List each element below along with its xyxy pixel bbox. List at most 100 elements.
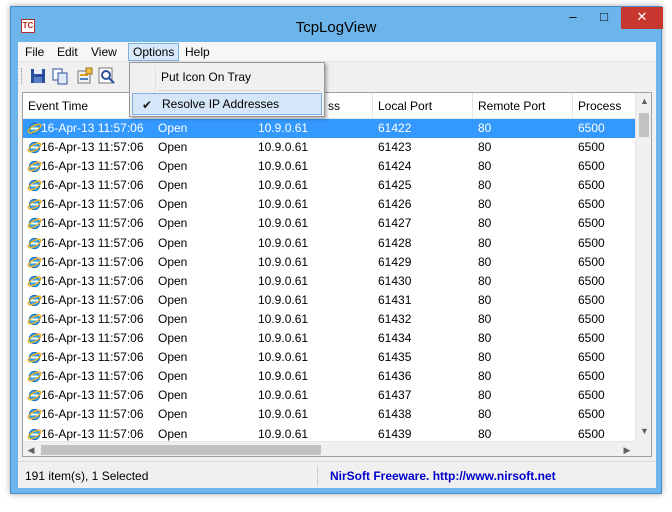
- table-cell: 6500: [578, 197, 605, 212]
- table-cell: 80: [478, 311, 492, 326]
- scroll-corner: [635, 441, 651, 456]
- table-row[interactable]: 16-Apr-13 11:57:06 Open 10.9.0.61 61431 80 65…: [23, 291, 635, 310]
- vertical-scrollbar[interactable]: ▲ ▼: [635, 93, 651, 441]
- table-row[interactable]: 16-Apr-13 11:57:06 Open 10.9.0.61 61425 80 65…: [23, 176, 635, 195]
- table-cell: 61437: [378, 388, 412, 403]
- table-cell: 16-Apr-13 11:57:06: [41, 350, 144, 365]
- table-cell: 6500: [578, 235, 605, 250]
- horizontal-scroll-thumb[interactable]: [41, 445, 321, 455]
- table-cell: 16-Apr-13 11:57:06: [41, 273, 144, 288]
- table-row[interactable]: 16-Apr-13 11:57:06 Open 10.9.0.61 61428 80 65…: [23, 234, 635, 253]
- table-cell: Open: [158, 369, 188, 384]
- table-cell: Open: [158, 331, 188, 346]
- options-dropdown-menu: Put Icon On Tray ✔ Resolve IP Addresses: [129, 62, 325, 117]
- status-credit-link[interactable]: NirSoft Freeware. http://www.nirsoft.net: [330, 466, 556, 486]
- table-cell: 80: [478, 140, 492, 155]
- table-cell: [323, 253, 373, 272]
- table-cell: 16-Apr-13 11:57:06: [41, 178, 144, 193]
- table-cell: 80: [478, 369, 492, 384]
- col-header-remote-port[interactable]: Remote Port: [473, 93, 573, 119]
- close-button[interactable]: ✕: [621, 7, 663, 29]
- table-cell: 16-Apr-13 11:57:06: [41, 254, 144, 269]
- table-row[interactable]: 16-Apr-13 11:57:06 Open 10.9.0.61 61427 80 65…: [23, 214, 635, 233]
- col-header-local-port[interactable]: Local Port: [373, 93, 473, 119]
- table-cell: 80: [478, 197, 492, 212]
- table-cell: 16-Apr-13 11:57:06: [41, 197, 144, 212]
- menu-options[interactable]: Options: [128, 43, 180, 61]
- properties-icon[interactable]: [76, 67, 94, 85]
- table-cell: 10.9.0.61: [258, 254, 309, 269]
- table-cell: 10.9.0.61: [258, 273, 309, 288]
- menu-item-put-icon-on-tray[interactable]: Put Icon On Tray: [132, 66, 322, 88]
- table-cell: [323, 138, 373, 157]
- table-cell: 10.9.0.61: [258, 235, 309, 250]
- connection-list[interactable]: Event Time ss Local Port Remote Port Pro…: [22, 92, 652, 457]
- table-cell: [323, 310, 373, 329]
- menu-help[interactable]: Help: [181, 43, 214, 61]
- table-cell: 80: [478, 292, 492, 307]
- maximize-button[interactable]: □: [589, 7, 619, 29]
- list-rows: 16-Apr-13 11:57:06 Open 10.9.0.61 61422 80 65…: [23, 119, 635, 444]
- scroll-down-icon[interactable]: ▼: [636, 423, 651, 439]
- status-item-count: 191 item(s), 1 Selected: [22, 466, 318, 486]
- table-cell: Open: [158, 216, 188, 231]
- table-row[interactable]: 16-Apr-13 11:57:06 Open 10.9.0.61 61437 80 65…: [23, 386, 635, 405]
- table-row[interactable]: 16-Apr-13 11:57:06 Open 10.9.0.61 61436 80 65…: [23, 367, 635, 386]
- menu-view[interactable]: View: [87, 43, 121, 61]
- table-row[interactable]: 16-Apr-13 11:57:06 Open 10.9.0.61 61434 80 65…: [23, 329, 635, 348]
- table-cell: 16-Apr-13 11:57:06: [41, 159, 144, 174]
- table-cell: 6500: [578, 331, 605, 346]
- table-row[interactable]: 16-Apr-13 11:57:06 Open 10.9.0.61 61429 80 65…: [23, 253, 635, 272]
- table-row[interactable]: 16-Apr-13 11:57:06 Open 10.9.0.61 61424 80 65…: [23, 157, 635, 176]
- toolbar-grip[interactable]: [21, 68, 24, 84]
- table-cell: 80: [478, 178, 492, 193]
- table-cell: 6500: [578, 350, 605, 365]
- col-header-remote-address[interactable]: ss: [323, 93, 373, 119]
- table-row[interactable]: 16-Apr-13 11:57:06 Open 10.9.0.61 61423 80 65…: [23, 138, 635, 157]
- menu-item-resolve-ip-addresses[interactable]: ✔ Resolve IP Addresses: [132, 93, 322, 115]
- table-cell: 16-Apr-13 11:57:06: [41, 369, 144, 384]
- table-cell: [323, 157, 373, 176]
- table-cell: 16-Apr-13 11:57:06: [41, 121, 144, 135]
- table-row[interactable]: 16-Apr-13 11:57:06 Open 10.9.0.61 61430 80 65…: [23, 272, 635, 291]
- table-cell: 61438: [378, 407, 412, 422]
- table-cell: 6500: [578, 140, 605, 155]
- find-icon[interactable]: [98, 67, 116, 85]
- list-header: Event Time ss Local Port Remote Port Pro…: [23, 93, 635, 119]
- table-row[interactable]: 16-Apr-13 11:57:06 Open 10.9.0.61 61426 80 65…: [23, 195, 635, 214]
- table-cell: 80: [478, 254, 492, 269]
- client-area: File Edit View Options Help Event Time s…: [18, 42, 656, 488]
- title-bar[interactable]: TC TcpLogView ‒ □ ✕: [11, 7, 663, 45]
- checkmark-icon: ✔: [141, 98, 153, 112]
- table-cell: 10.9.0.61: [258, 331, 309, 346]
- table-row[interactable]: 16-Apr-13 11:57:06 Open 10.9.0.61 61422 80 65…: [23, 119, 635, 139]
- table-row[interactable]: 16-Apr-13 11:57:06 Open 10.9.0.61 61432 80 65…: [23, 310, 635, 329]
- table-cell: 61434: [378, 331, 412, 346]
- table-cell: Open: [158, 178, 188, 193]
- table-cell: [323, 214, 373, 233]
- minimize-button[interactable]: ‒: [558, 7, 588, 29]
- menu-edit[interactable]: Edit: [53, 43, 82, 61]
- table-cell: 16-Apr-13 11:57:06: [41, 292, 144, 307]
- save-icon[interactable]: [29, 67, 47, 85]
- copy-icon[interactable]: [51, 67, 69, 85]
- table-row[interactable]: 16-Apr-13 11:57:06 Open 10.9.0.61 61438 80 65…: [23, 405, 635, 424]
- scroll-right-icon[interactable]: ▶: [619, 442, 635, 456]
- menu-item-label: Resolve IP Addresses: [162, 97, 280, 111]
- menu-file[interactable]: File: [21, 43, 48, 61]
- vertical-scroll-thumb[interactable]: [639, 113, 649, 137]
- horizontal-scrollbar[interactable]: ◀ ▶: [23, 441, 635, 456]
- col-header-process[interactable]: Process: [573, 93, 635, 119]
- table-row[interactable]: 16-Apr-13 11:57:06 Open 10.9.0.61 61435 80 65…: [23, 348, 635, 367]
- table-cell: 10.9.0.61: [258, 178, 309, 193]
- table-cell: 80: [478, 121, 492, 135]
- table-cell: 6500: [578, 273, 605, 288]
- table-cell: 61428: [378, 235, 412, 250]
- table-cell: 6500: [578, 311, 605, 326]
- scroll-left-icon[interactable]: ◀: [23, 442, 39, 456]
- table-cell: Open: [158, 273, 188, 288]
- table-cell: Open: [158, 197, 188, 212]
- table-cell: 61426: [378, 197, 412, 212]
- scroll-up-icon[interactable]: ▲: [636, 93, 651, 109]
- table-cell: 61425: [378, 178, 412, 193]
